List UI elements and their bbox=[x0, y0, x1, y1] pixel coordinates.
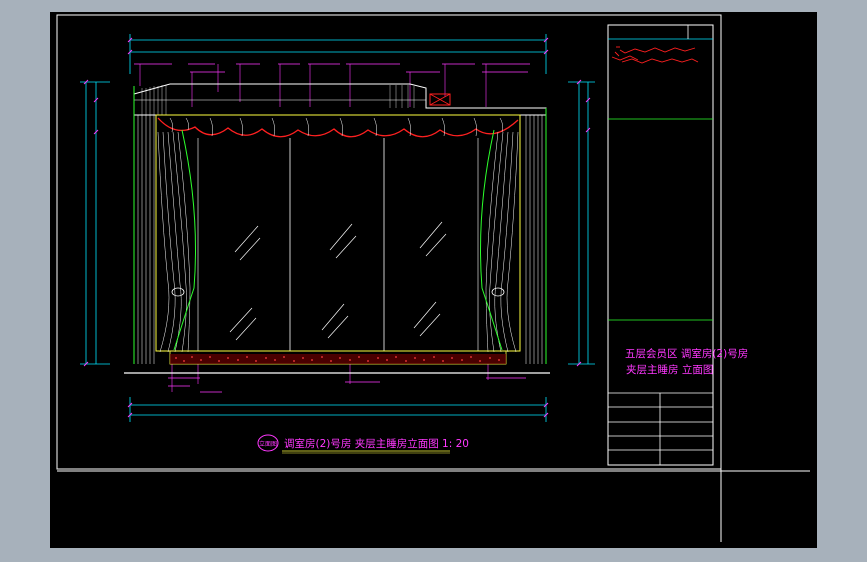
right-tieback bbox=[491, 287, 505, 297]
window-frame bbox=[155, 114, 521, 352]
cad-drawing-canvas[interactable]: 五层会员区 调室房(2)号房 夹层主睡房 立面图 立面图 调室房(2)号房 夹层… bbox=[50, 12, 817, 548]
title-block: 五层会员区 调室房(2)号房 夹层主睡房 立面图 bbox=[607, 24, 748, 466]
leader-verticals bbox=[139, 64, 489, 392]
leader-annotations bbox=[134, 63, 530, 393]
left-curtain-edge bbox=[173, 129, 196, 351]
curtain-valance bbox=[157, 117, 519, 138]
right-curtain-edge bbox=[480, 129, 503, 351]
elevation-drawing: 五层会员区 调室房(2)号房 夹层主睡房 立面图 立面图 调室房(2)号房 夹层… bbox=[56, 14, 810, 542]
left-curtain-drape bbox=[157, 131, 191, 353]
left-wall-panel bbox=[137, 115, 155, 364]
right-wall-panel bbox=[525, 115, 543, 364]
left-tieback bbox=[171, 287, 185, 297]
right-curtain-drape bbox=[485, 131, 519, 353]
caption-badge-text: 立面图 bbox=[259, 440, 277, 448]
crown-molding bbox=[133, 83, 547, 116]
drawing-caption: 立面图 调室房(2)号房 夹层主睡房立面图 1: 20 bbox=[257, 434, 469, 454]
red-notes bbox=[611, 46, 699, 64]
glass-reflections bbox=[229, 221, 447, 341]
sheet-border bbox=[56, 14, 722, 470]
caption-title: 调室房(2)号房 夹层主睡房立面图 1: 20 bbox=[284, 437, 469, 450]
project-title-line2: 夹层主睡房 立面图 bbox=[626, 363, 713, 376]
project-title-line1: 五层会员区 调室房(2)号房 bbox=[625, 347, 748, 360]
